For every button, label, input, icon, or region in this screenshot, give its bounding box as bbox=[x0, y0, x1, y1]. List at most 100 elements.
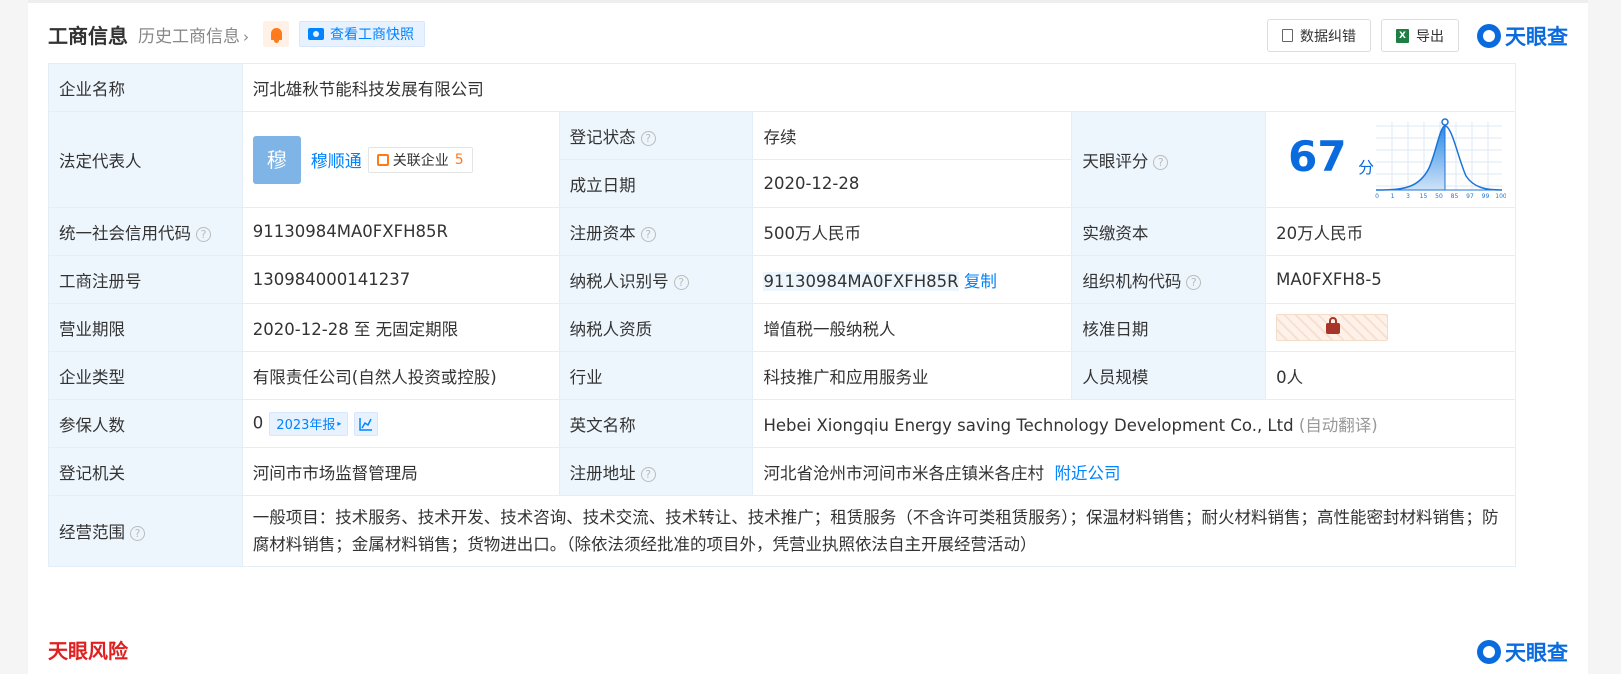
logo-text: 天眼查 bbox=[1505, 24, 1568, 49]
tianyancha-logo-icon bbox=[1477, 23, 1501, 48]
table-row: 法定代表人 穆穆顺通 关联企业 5 登记状态? 存续 天眼评分? 67 分 0 … bbox=[48, 111, 1516, 208]
tianyan-score-label-text: 天眼评分 bbox=[1082, 151, 1149, 171]
tianyancha-logo-footer: 天眼查 bbox=[1477, 637, 1568, 667]
help-icon[interactable]: ? bbox=[673, 274, 689, 290]
english-name-cell: Hebei Xiongqiu Energy saving Technology … bbox=[752, 399, 1516, 448]
related-companies-button[interactable]: 关联企业 5 bbox=[367, 146, 473, 173]
company-name-value: 河北雄秋节能科技发展有限公司 bbox=[241, 63, 1517, 112]
camera-icon bbox=[308, 28, 324, 40]
history-link-label: 历史工商信息 bbox=[138, 26, 240, 47]
taxpayer-id-label-text: 纳税人识别号 bbox=[569, 271, 669, 291]
approval-date-cell bbox=[1265, 303, 1516, 352]
help-icon[interactable]: ? bbox=[1153, 154, 1169, 170]
score-axis-tick: 1 bbox=[1391, 193, 1395, 200]
excel-icon: X bbox=[1396, 28, 1409, 43]
reg-authority-label: 登记机关 bbox=[48, 447, 243, 496]
company-name-label: 企业名称 bbox=[48, 63, 243, 112]
score-axis-tick: 3 bbox=[1406, 193, 1410, 200]
business-scope-value: 一般项目：技术服务、技术开发、技术咨询、技术交流、技术转让、技术推广；租赁服务（… bbox=[241, 495, 1517, 567]
tianyan-score-label: 天眼评分? bbox=[1071, 111, 1267, 208]
score-value: 67 bbox=[1288, 132, 1347, 181]
reg-address-label-text: 注册地址 bbox=[569, 463, 636, 483]
history-business-info-link[interactable]: 历史工商信息 › bbox=[138, 22, 249, 47]
taxpayer-qual-label: 纳税人资质 bbox=[558, 303, 754, 352]
section-header: 工商信息 历史工商信息 › 查看工商快照 bbox=[48, 17, 425, 51]
tianyan-score-cell[interactable]: 67 分 0 1 3 15 50 85 97 99 100 bbox=[1265, 111, 1516, 208]
score-axis-tick: 100 bbox=[1495, 193, 1506, 200]
score-axis-tick: 99 bbox=[1482, 193, 1490, 200]
legal-rep-info: 穆顺通 关联企业 5 bbox=[311, 146, 473, 173]
taxpayer-id-value: 91130984MA0FXFH85R bbox=[763, 271, 959, 291]
insured-count-value: 0 bbox=[252, 413, 264, 432]
business-info-card: 工商信息 历史工商信息 › 查看工商快照 数据纠错 X 导出 天眼查 企业名称 河北… bbox=[28, 0, 1588, 674]
locked-value-button[interactable] bbox=[1276, 314, 1389, 341]
help-icon[interactable]: ? bbox=[130, 526, 145, 541]
reg-status-label: 登记状态? bbox=[558, 111, 754, 160]
table-row: 营业期限 2020-12-28 至 无固定期限 纳税人资质 增值税一般纳税人 核… bbox=[48, 303, 1516, 352]
annual-report-label: 2023年报 bbox=[276, 418, 336, 433]
legal-rep-name-link[interactable]: 穆顺通 bbox=[311, 147, 362, 172]
help-icon[interactable]: ? bbox=[640, 226, 656, 242]
legal-rep-cell: 穆穆顺通 关联企业 5 bbox=[241, 111, 560, 208]
help-icon[interactable]: ? bbox=[640, 466, 656, 482]
reg-capital-label-text: 注册资本 bbox=[569, 223, 636, 243]
table-row: 工商注册号 130984000141237 纳税人识别号? 91130984MA… bbox=[48, 255, 1516, 304]
score-axis-tick: 97 bbox=[1466, 193, 1474, 200]
reg-capital-value: 500万人民币 bbox=[752, 207, 1073, 256]
business-term-value: 2020-12-28 至 无固定期限 bbox=[241, 303, 560, 352]
trend-chart-button[interactable] bbox=[354, 411, 379, 436]
export-button[interactable]: X 导出 bbox=[1381, 19, 1459, 52]
copy-link[interactable]: 复制 bbox=[964, 272, 997, 291]
score-distribution-chart: 0 1 3 15 50 85 97 99 100 bbox=[1375, 118, 1506, 200]
reg-address-label: 注册地址? bbox=[558, 447, 754, 496]
help-icon[interactable]: ? bbox=[1186, 274, 1202, 290]
tianyancha-logo: 天眼查 bbox=[1477, 21, 1568, 51]
monitor-bell-button[interactable] bbox=[263, 21, 289, 47]
paid-capital-label: 实缴资本 bbox=[1071, 207, 1267, 256]
table-row: 经营范围? 一般项目：技术服务、技术开发、技术咨询、技术交流、技术转让、技术推广… bbox=[48, 495, 1517, 567]
insured-count-label: 参保人数 bbox=[48, 399, 243, 448]
org-code-value: MA0FXFH8-5 bbox=[1265, 255, 1516, 304]
table-row: 登记机关 河间市市场监督管理局 注册地址? 河北省沧州市河间市米各庄镇米各庄村 … bbox=[48, 447, 1516, 496]
industry-value: 科技推广和应用服务业 bbox=[752, 351, 1073, 400]
credit-code-label: 统一社会信用代码? bbox=[48, 207, 243, 256]
reg-status-label-text: 登记状态 bbox=[569, 127, 636, 147]
org-code-label-text: 组织机构代码 bbox=[1082, 271, 1182, 291]
snapshot-button-label: 查看工商快照 bbox=[330, 27, 414, 43]
avatar[interactable]: 穆 bbox=[252, 135, 301, 184]
established-label: 成立日期 bbox=[558, 159, 754, 208]
line-chart-icon bbox=[359, 417, 373, 431]
help-icon[interactable]: ? bbox=[640, 130, 656, 146]
table-row: 企业名称 河北雄秋节能科技发展有限公司 bbox=[48, 63, 1517, 112]
nearby-companies-link[interactable]: 附近公司 bbox=[1054, 464, 1120, 483]
insured-count-cell: 0 2023年报 ▸ bbox=[241, 399, 560, 448]
taxpayer-qual-value: 增值税一般纳税人 bbox=[752, 303, 1073, 352]
score-axis-tick: 50 bbox=[1435, 193, 1443, 200]
reg-number-label: 工商注册号 bbox=[48, 255, 243, 304]
network-icon bbox=[376, 153, 389, 166]
reg-authority-value: 河间市市场监督管理局 bbox=[241, 447, 560, 496]
reg-number-value: 130984000141237 bbox=[241, 255, 560, 304]
data-correction-button[interactable]: 数据纠错 bbox=[1267, 19, 1371, 52]
score-unit: 分 bbox=[1358, 158, 1375, 177]
help-icon[interactable]: ? bbox=[196, 226, 211, 242]
business-scope-label: 经营范围? bbox=[48, 495, 243, 567]
staff-size-label: 人员规模 bbox=[1071, 351, 1267, 400]
correction-button-label: 数据纠错 bbox=[1300, 28, 1356, 45]
business-scope-label-text: 经营范围 bbox=[59, 523, 125, 542]
approval-date-label: 核准日期 bbox=[1071, 303, 1267, 352]
credit-code-value: 91130984MA0FXFH85R bbox=[241, 207, 560, 256]
credit-code-label-text: 统一社会信用代码 bbox=[59, 223, 191, 243]
annual-report-button[interactable]: 2023年报 ▸ bbox=[269, 411, 349, 436]
section-title: 工商信息 bbox=[48, 23, 128, 48]
tianyancha-logo-icon bbox=[1477, 640, 1501, 664]
bell-icon bbox=[270, 28, 282, 43]
view-snapshot-button[interactable]: 查看工商快照 bbox=[299, 21, 425, 47]
table-row: 统一社会信用代码? 91130984MA0FXFH85R 注册资本? 500万人… bbox=[48, 207, 1516, 256]
related-companies-label: 关联企业 bbox=[392, 152, 449, 169]
table-row: 企业类型 有限责任公司(自然人投资或控股) 行业 科技推广和应用服务业 人员规模… bbox=[48, 351, 1516, 400]
score-axis-tick: 15 bbox=[1420, 193, 1428, 200]
taxpayer-id-label: 纳税人识别号? bbox=[558, 255, 754, 304]
org-code-label: 组织机构代码? bbox=[1071, 255, 1267, 304]
risk-section-title: 天眼风险 bbox=[48, 639, 128, 663]
